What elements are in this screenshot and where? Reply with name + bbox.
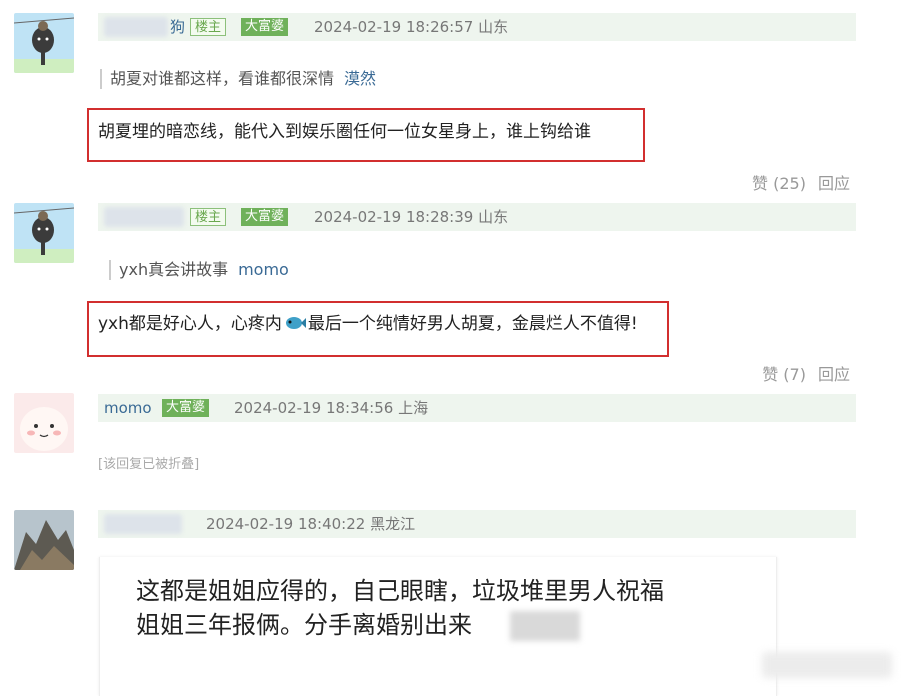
avatar[interactable] [14, 393, 74, 453]
redacted-text [510, 611, 580, 641]
card-line-1: 这都是姐姐应得的，自己眼瞎，垃圾堆里男人祝福 [136, 577, 664, 605]
owner-badge: 楼主 [190, 18, 227, 36]
reply-button[interactable]: 回应 [818, 174, 850, 193]
post-meta: 楼主 大富婆 2024-02-19 18:28:39 山东 [98, 203, 856, 231]
rich-badge: 大富婆 [241, 208, 289, 226]
quoted-reply: 胡夏对谁都这样，看谁都很深情 漠然 [100, 69, 376, 89]
highlight-box [87, 108, 645, 162]
post-meta: momo 大富婆 2024-02-19 18:34:56 上海 [98, 394, 856, 422]
highlight-box [87, 301, 669, 357]
owner-badge: 楼主 [190, 208, 227, 226]
post-time: 2024-02-19 18:34:56 上海 [234, 399, 429, 417]
post-time: 2024-02-19 18:28:39 山东 [314, 208, 509, 226]
folded-notice[interactable]: [该回复已被折叠] [98, 453, 199, 472]
rich-badge: 大富婆 [162, 399, 210, 417]
rich-badge: 大富婆 [241, 18, 289, 36]
username[interactable]: 狗 [170, 18, 185, 36]
like-button[interactable]: 赞 (25) [752, 174, 806, 193]
avatar[interactable] [14, 13, 74, 73]
image-card[interactable]: 这都是姐姐应得的，自己眼瞎，垃圾堆里男人祝福 姐姐三年报俩。分手离婚别出来 [99, 557, 777, 696]
quote-username[interactable]: momo [238, 260, 289, 279]
username[interactable]: momo [104, 399, 152, 417]
quote-text: yxh真会讲故事 [119, 260, 229, 279]
post-time: 2024-02-19 18:40:22 黑龙江 [206, 515, 416, 533]
quoted-reply: yxh真会讲故事 momo [109, 260, 289, 280]
post-actions: 赞 (7) 回应 [750, 361, 850, 385]
post-meta: 狗 楼主 大富婆 2024-02-19 18:26:57 山东 [98, 13, 856, 41]
post-time: 2024-02-19 18:26:57 山东 [314, 18, 509, 36]
watermark [762, 652, 892, 678]
quote-text: 胡夏对谁都这样，看谁都很深情 [110, 69, 335, 88]
avatar[interactable] [14, 510, 74, 570]
card-line-2: 姐姐三年报俩。分手离婚别出来 [136, 611, 472, 639]
avatar[interactable] [14, 203, 74, 263]
reply-button[interactable]: 回应 [818, 365, 850, 384]
like-button[interactable]: 赞 (7) [762, 365, 806, 384]
post-meta: 2024-02-19 18:40:22 黑龙江 [98, 510, 856, 538]
username-redacted [104, 17, 168, 37]
quote-username[interactable]: 漠然 [344, 69, 376, 88]
post-actions: 赞 (25) 回应 [740, 170, 850, 194]
username-redacted [104, 207, 184, 227]
username-redacted [104, 514, 182, 534]
